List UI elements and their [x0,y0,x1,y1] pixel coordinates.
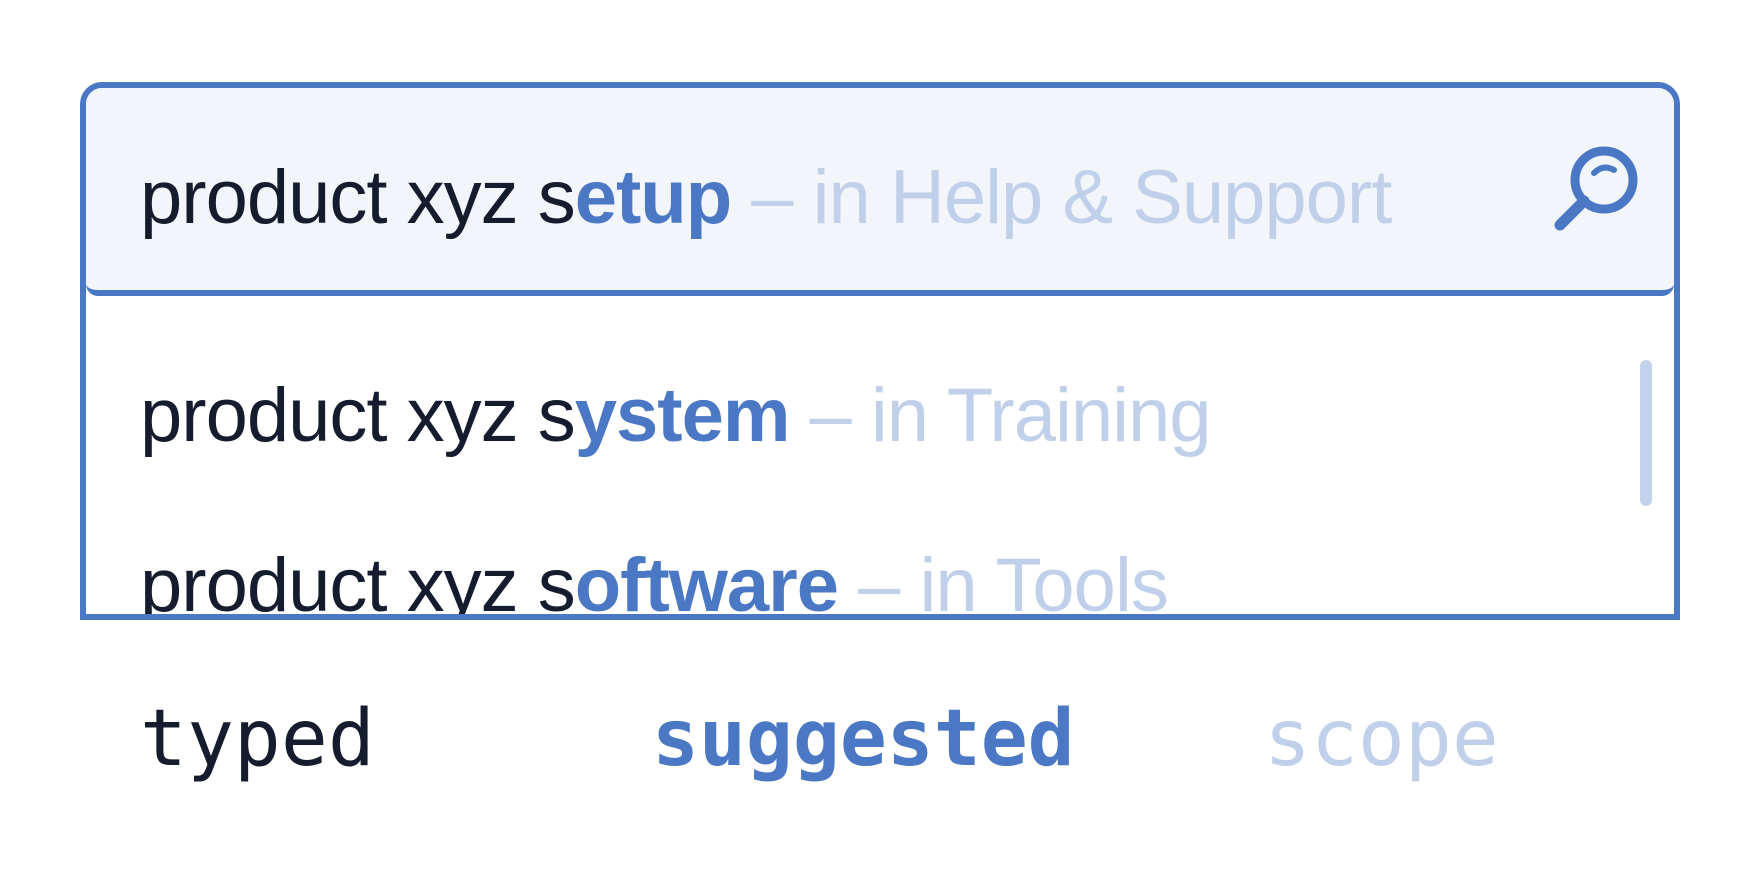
search-input[interactable]: product xyz setup – in Help & Support [86,88,1674,296]
suggested-completion: etup [574,155,732,240]
scope-text: – in Training [789,373,1212,458]
search-query: product xyz setup – in Help & Support [140,160,1392,236]
legend-scope: scope [1264,694,1499,784]
suggestion-item[interactable]: product xyz system – in Training [140,378,1212,454]
typed-text: product xyz s [140,155,576,240]
suggestion-item[interactable]: product xyz software – in Tools [140,548,1169,615]
scope-text: – in Tools [838,543,1169,620]
scope-text: – in Help & Support [731,155,1392,240]
legend-suggested: suggested [652,694,1075,784]
suggested-completion: ystem [574,373,791,458]
autocomplete-dropdown: product xyz setup – in Help & Support pr… [80,82,1680,620]
autocomplete-demo: product xyz setup – in Help & Support pr… [0,0,1760,872]
typed-text: product xyz s [140,543,576,620]
scrollbar-thumb[interactable] [1640,360,1652,506]
suggested-completion: oftware [574,543,839,620]
search-icon[interactable] [1546,140,1646,240]
legend-typed: typed [140,694,375,784]
typed-text: product xyz s [140,373,576,458]
